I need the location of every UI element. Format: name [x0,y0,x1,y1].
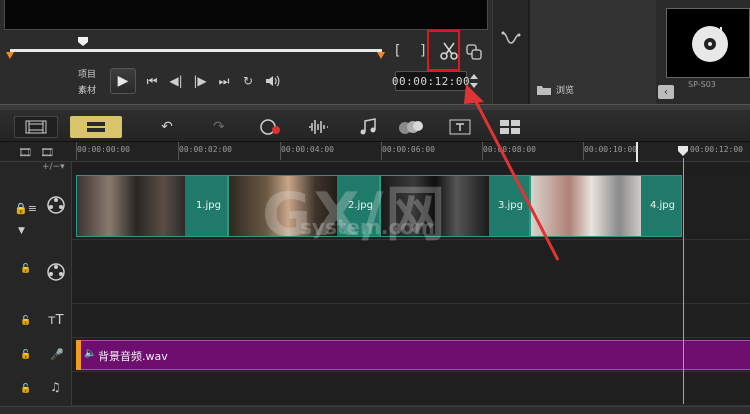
go-to-start-button[interactable]: ⏮ [144,73,160,89]
redo-icon: ↷ [213,119,225,135]
copy-icon[interactable] [466,44,482,60]
redo-button[interactable]: ↷ [208,116,230,138]
speaker-icon: 🔈 [84,348,97,359]
undo-button[interactable]: ↶ [156,116,178,138]
lock-icon[interactable]: 🔓 [20,384,31,394]
audio-clip-label: 背景音频.wav [98,350,168,363]
speaker-icon [266,75,280,87]
repeat-icon: ↻ [242,74,254,88]
ruler-tick-label: 00:00:06:00 [382,145,435,154]
film-list-icon: 🎞 [39,146,54,159]
ruler-tick-label: 00:00:00:00 [77,145,130,154]
add-track-button[interactable]: +/−▾ [42,162,65,172]
lock-icon[interactable]: 🔓 [20,264,31,274]
go-to-end-button[interactable]: ⏭ [216,73,232,89]
record-capture-button[interactable] [258,116,282,138]
highlight-annotation [427,30,460,71]
step-back-icon: ◀| [169,74,183,88]
ruler-tick-label: 00:00:10:00 [584,145,637,154]
clip-label: 4.jpg [649,200,675,211]
preview-window [4,0,488,30]
volume-button[interactable] [264,73,282,89]
mark-out-button[interactable]: ] [420,43,425,59]
chevron-left-icon: ‹ [664,86,668,98]
voice-track-icon: 🎤 [50,348,64,361]
watermark: GX/网 [262,180,448,250]
track-manager-icons[interactable]: 🎞 🎞 [18,146,54,159]
mark-in-button[interactable]: [ [395,43,400,59]
film-icon: 🎞 [18,146,32,159]
motion-tracking-button[interactable] [398,116,424,138]
repeat-button[interactable]: ↻ [240,73,256,89]
video-clip[interactable]: 1.jpg [76,175,228,237]
timeline-view-button[interactable] [70,116,122,138]
lock-icon[interactable]: 🔓 [20,350,31,360]
ruler-tick-label: 00:00:02:00 [179,145,232,154]
track-lock-icon[interactable]: 🔒≡ [14,202,37,215]
music-track-icon: ♫ [50,380,61,394]
project-end-marker [636,142,638,162]
music-track[interactable] [72,372,750,406]
scroll-left-button[interactable]: ‹ [658,85,674,99]
music-note-icon [360,118,376,135]
mode-clip-label[interactable]: 素材 [78,83,96,96]
audio-clip[interactable] [76,340,750,370]
play-button[interactable]: ▶ [110,68,136,94]
audio-trim-handle[interactable] [76,340,81,370]
scrub-bar[interactable] [10,49,382,52]
skip-start-icon: ⏮ [146,73,158,88]
collapse-track-icon[interactable]: ▼ [18,226,25,236]
disc-icon [692,26,728,62]
clip-label: 1.jpg [195,200,221,211]
ruler-tick-label: 00:00:04:00 [281,145,334,154]
timeline-playhead-line [683,158,684,404]
watermark-subtext: system.com [300,215,435,239]
mode-project-label[interactable]: 项目 [78,67,96,80]
overlay-track-icon [46,262,66,286]
circles-icon [399,121,423,134]
library-thumbnail[interactable] [666,8,750,78]
video-track-icon [46,195,66,219]
timeline-icon [87,122,105,132]
record-icon [260,119,280,135]
storyboard-view-button[interactable] [14,116,58,138]
thumbnail-caption: SP-S03 [688,80,716,89]
previous-frame-button[interactable]: ◀| [168,73,184,89]
trim-out-marker[interactable] [377,52,385,59]
play-icon: ▶ [117,73,129,89]
step-forward-icon: |▶ [193,74,207,88]
annotation-arrow [464,84,560,261]
clip-thumbnail [77,176,185,236]
path-icon[interactable] [501,30,521,46]
auto-music-button[interactable] [356,116,380,138]
waveform-icon [309,120,328,134]
trim-in-marker[interactable] [6,52,14,59]
ruler-tick-label: 00:00:12:00 [690,145,743,154]
skip-end-icon: ⏭ [218,73,230,88]
lock-icon[interactable]: 🔓 [20,316,31,326]
title-track[interactable] [72,304,750,338]
sound-mixer-button[interactable] [306,116,330,138]
horizontal-scrollbar[interactable] [0,406,750,414]
film-strip-icon [25,120,47,134]
undo-icon: ↶ [161,119,173,135]
next-frame-button[interactable]: |▶ [192,73,208,89]
title-track-icon: ᴛT [48,313,64,328]
